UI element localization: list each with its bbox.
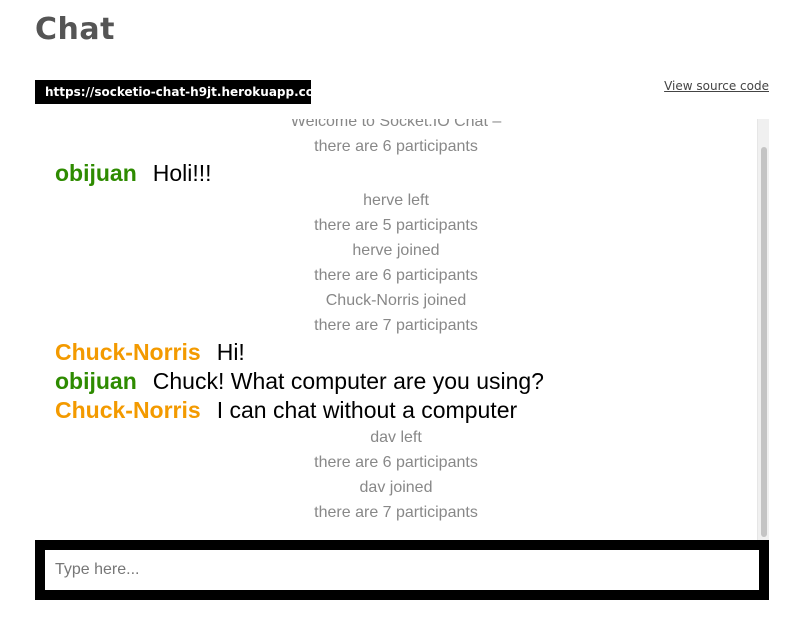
message-body: Holi!!! [152, 160, 212, 186]
message-input[interactable] [45, 550, 759, 590]
chat-scrollbar[interactable] [757, 119, 769, 540]
chat-message: obijuan Holi!!! [35, 159, 757, 188]
chat-area[interactable]: Welcome to Socket.IO Chat – there are 6 p… [35, 119, 769, 540]
log-entry: there are 6 participants [314, 454, 478, 471]
message-body: I can chat without a computer [216, 397, 518, 423]
log-entry: herve left [363, 192, 429, 209]
log-entry: there are 6 participants [314, 267, 478, 284]
log-entry: dav left [370, 429, 422, 446]
message-username: obijuan [55, 160, 137, 186]
log-entry: dav joined [359, 479, 433, 496]
message-username: Chuck-Norris [55, 397, 201, 423]
log-entry: there are 6 participants [314, 138, 478, 155]
chat-message: Chuck-Norris Hi! [35, 338, 757, 367]
message-body: Chuck! What computer are you using? [152, 368, 544, 394]
log-entry: there are 5 participants [314, 217, 478, 234]
input-box [35, 540, 769, 600]
chat-message: obijuan Chuck! What computer are you usin… [35, 367, 757, 396]
view-source-link[interactable]: View source code [664, 79, 769, 93]
log-entry: Chuck-Norris joined [325, 292, 467, 309]
app-url-badge: https://socketio-chat-h9jt.herokuapp.com… [35, 80, 331, 104]
scrollbar-thumb[interactable] [761, 147, 767, 537]
message-body: Hi! [216, 339, 245, 365]
message-username: obijuan [55, 368, 137, 394]
log-entry: herve joined [352, 242, 440, 259]
chat-message: Chuck-Norris I can chat without a compute… [35, 396, 757, 425]
log-entry: there are 7 participants [314, 504, 478, 521]
message-list: Welcome to Socket.IO Chat – there are 6 p… [35, 119, 757, 525]
log-entry: Welcome to Socket.IO Chat – [290, 119, 502, 130]
page-title: Chat [35, 12, 115, 47]
chat-page: Chat https://socketio-chat-h9jt.herokuap… [0, 0, 792, 617]
log-entry: there are 7 participants [314, 317, 478, 334]
message-username: Chuck-Norris [55, 339, 201, 365]
